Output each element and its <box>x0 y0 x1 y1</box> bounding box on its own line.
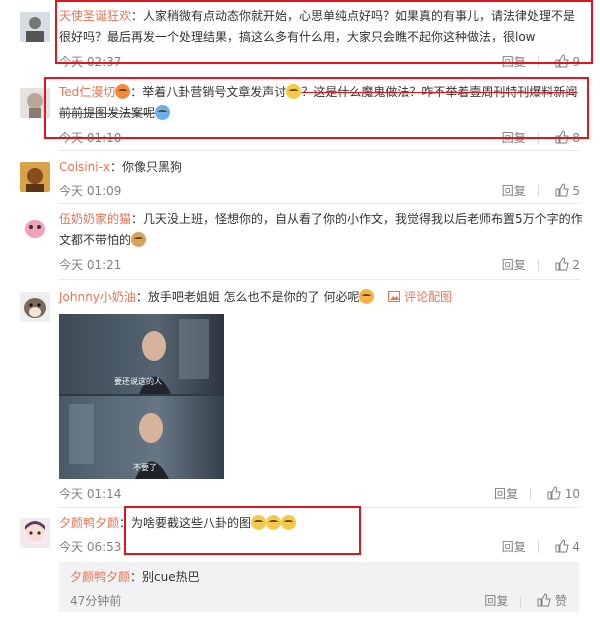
avatar-image-icon <box>20 215 50 245</box>
comment-image-link[interactable]: 评论配图 <box>388 290 452 304</box>
comment-username[interactable]: Johnny小奶油 <box>59 290 136 304</box>
comment-actions: 回复 2 <box>502 256 580 273</box>
avatar[interactable] <box>20 162 50 192</box>
comment-image[interactable]: 要还说这的人 不要了 <box>59 314 224 479</box>
reply-button[interactable]: 回复 <box>502 538 526 555</box>
like-count: 10 <box>564 487 580 502</box>
comment-time: 今天 01:09 <box>59 184 122 198</box>
highlight-box <box>124 506 361 555</box>
avatar[interactable] <box>20 518 50 548</box>
comment-username[interactable]: 伍奶奶家的猫 <box>59 212 131 226</box>
thumbs-up-icon <box>555 257 569 271</box>
reply-time: 47分钟前 <box>70 594 122 608</box>
reply-text: 夕颜鸭夕颜：别cue热巴 <box>70 568 200 586</box>
avatar[interactable] <box>20 12 50 42</box>
thumbs-up-icon <box>555 183 569 197</box>
thumbs-up-icon <box>547 486 561 500</box>
avatar[interactable] <box>20 292 50 322</box>
video-subtitle: 不要了 <box>133 463 157 472</box>
reply-button[interactable]: 回复 <box>502 182 526 199</box>
video-subtitle: 要还说这的人 <box>114 377 162 386</box>
avatar-image-icon <box>20 292 50 322</box>
divider <box>59 150 580 151</box>
emoji-icon <box>359 289 375 304</box>
like-label: 赞 <box>554 594 567 608</box>
avatar-image-icon <box>20 12 50 42</box>
emoji-icon <box>131 232 147 247</box>
like-button[interactable]: 10 <box>547 486 580 502</box>
image-frame-top: 要还说这的人 <box>59 314 224 394</box>
like-button[interactable]: 2 <box>555 257 580 273</box>
comment-time: 今天 06:53 <box>59 540 122 554</box>
divider <box>59 279 580 280</box>
image-frame-bottom: 不要了 <box>59 396 224 479</box>
nested-reply: 夕颜鸭夕颜：别cue热巴 47分钟前 回复 赞 <box>59 562 579 612</box>
comment-time: 今天 01:14 <box>59 487 122 501</box>
comment-body: ：你像只黑狗 <box>110 160 183 174</box>
highlight-box <box>44 77 589 139</box>
thumbs-up-icon <box>537 593 551 607</box>
like-button[interactable]: 5 <box>555 183 580 199</box>
comment-actions: 回复 4 <box>502 538 580 555</box>
comment-username[interactable]: 夕颜鸭夕颜 <box>59 516 119 530</box>
like-count: 2 <box>572 258 580 273</box>
reply-username[interactable]: 夕颜鸭夕颜 <box>70 570 130 584</box>
comment-text: 伍奶奶家的猫：几天没上班，怪想你的，自从看了你的小作文，我觉得我以后老师布置5万… <box>59 209 584 251</box>
picture-icon <box>388 291 401 302</box>
comment-text: Johnny小奶油：放手吧老姐姐 怎么也不是你的了 何必呢 评论配图 <box>59 287 584 308</box>
comment-username[interactable]: Coisini-x <box>59 160 110 174</box>
like-button[interactable]: 4 <box>555 539 580 555</box>
avatar-image-icon <box>20 162 50 192</box>
like-button[interactable]: 赞 <box>537 593 567 608</box>
comment-actions: 回复 10 <box>494 485 580 502</box>
comment-text: Coisini-x：你像只黑狗 <box>59 157 584 178</box>
like-count: 5 <box>572 184 580 199</box>
reply-actions: 回复 赞 <box>484 592 567 609</box>
divider <box>59 203 580 204</box>
avatar[interactable] <box>20 215 50 245</box>
highlight-box <box>55 0 593 64</box>
reply-button[interactable]: 回复 <box>502 256 526 273</box>
thumbs-up-icon <box>555 539 569 553</box>
reply-body: ：别cue热巴 <box>130 570 200 584</box>
comment-actions: 回复 5 <box>502 182 580 199</box>
comment-body: ：放手吧老姐姐 怎么也不是你的了 何必呢 <box>135 290 360 304</box>
reply-button[interactable]: 回复 <box>484 594 508 608</box>
comment-time: 今天 01:21 <box>59 258 122 272</box>
like-count: 4 <box>572 540 580 555</box>
reply-button[interactable]: 回复 <box>494 485 518 502</box>
avatar-image-icon <box>20 518 50 548</box>
